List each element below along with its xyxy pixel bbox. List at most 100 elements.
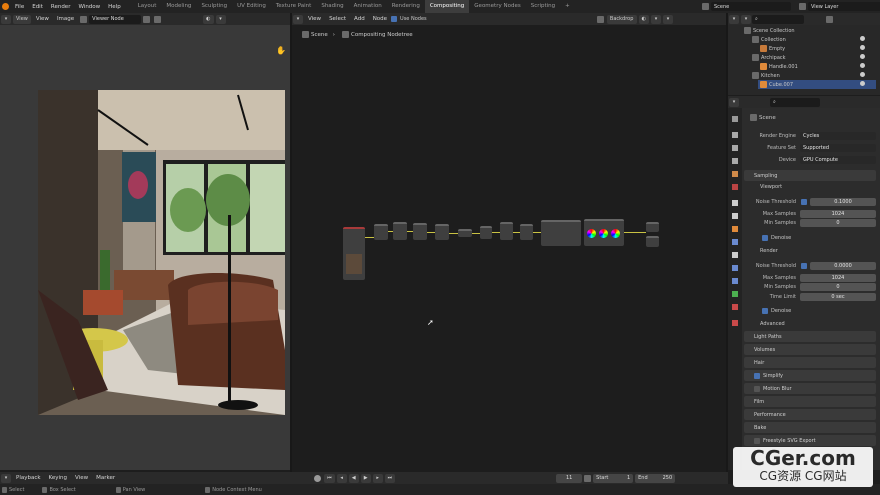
motion-blur-checkbox[interactable]	[754, 385, 760, 392]
eye-icon[interactable]	[860, 63, 865, 68]
node-snap-button[interactable]: ▾	[651, 14, 662, 24]
motion-blur-section[interactable]: Motion Blur	[744, 383, 876, 394]
properties-search-input[interactable]: ⌕	[770, 97, 820, 107]
record-icon[interactable]	[314, 474, 322, 482]
tab-geometry-nodes[interactable]: Geometry Nodes	[469, 0, 525, 13]
node-overlay-button[interactable]: ▾	[663, 14, 674, 24]
advanced-subpanel[interactable]: Advanced	[760, 321, 785, 327]
material-tab-icon[interactable]	[732, 304, 738, 310]
backdrop-button[interactable]: Backdrop	[606, 14, 637, 24]
outliner-item[interactable]: Kitchen	[750, 71, 780, 80]
feature-set-dropdown[interactable]: Supported	[800, 144, 876, 152]
view-layer-field[interactable]: View Layer	[808, 2, 880, 11]
breadcrumb-scene[interactable]: Scene	[311, 32, 328, 38]
breadcrumb-tree[interactable]: Compositing Nodetree	[351, 32, 413, 38]
composite-node-2[interactable]	[393, 222, 407, 240]
viewer-output-node[interactable]	[646, 236, 659, 247]
editor-type-button[interactable]: ▾	[1, 14, 11, 24]
composite-node-3[interactable]	[413, 223, 427, 240]
tab-modeling[interactable]: Modeling	[161, 0, 196, 13]
render-layers-node[interactable]	[343, 227, 365, 280]
render-max-samples-field[interactable]: 1024	[800, 274, 876, 282]
image-browse-icon[interactable]	[80, 15, 88, 23]
outliner-item[interactable]: Archipack	[750, 53, 786, 62]
particles-tab-icon[interactable]	[732, 252, 738, 258]
jump-start-button[interactable]: ⏮	[324, 473, 335, 483]
tab-rendering[interactable]: Rendering	[387, 0, 425, 13]
tab-scripting[interactable]: Scripting	[526, 0, 560, 13]
eye-icon[interactable]	[860, 54, 865, 59]
viewport-noise-threshold-checkbox[interactable]	[801, 199, 807, 205]
render-engine-dropdown[interactable]: Cycles	[800, 132, 876, 140]
freestyle-checkbox[interactable]	[754, 437, 760, 444]
timeline-type-button[interactable]: ▾	[1, 473, 11, 483]
menu-playback[interactable]: Playback	[12, 475, 45, 481]
jump-end-button[interactable]: ⏭	[384, 473, 396, 483]
device-dropdown[interactable]: GPU Compute	[800, 156, 876, 164]
composite-node-4[interactable]	[435, 224, 449, 240]
pin-icon[interactable]	[596, 15, 604, 23]
viewport-denoise-checkbox[interactable]	[762, 235, 768, 241]
backdrop-channels-button[interactable]: ◐	[638, 14, 650, 24]
bake-section[interactable]: Bake	[744, 422, 876, 433]
display-channels-button[interactable]: ◐	[203, 14, 214, 24]
viewport-noise-threshold-field[interactable]: 0.1000	[810, 198, 876, 206]
physics-tab-icon[interactable]	[732, 265, 738, 271]
freestyle-svg-export-section[interactable]: Freestyle SVG Export	[744, 435, 876, 446]
eye-icon[interactable]	[860, 72, 865, 77]
play-button[interactable]: ▶	[360, 473, 371, 483]
composite-node-1[interactable]	[374, 224, 388, 240]
hair-section[interactable]: Hair	[744, 357, 876, 368]
output-tab-icon[interactable]	[732, 145, 738, 151]
render-noise-threshold-field[interactable]: 0.0000	[810, 262, 876, 270]
film-section[interactable]: Film	[744, 396, 876, 407]
composite-node-5[interactable]	[458, 229, 472, 237]
render-denoise-checkbox[interactable]	[762, 308, 768, 314]
eye-icon[interactable]	[860, 81, 865, 86]
outliner-item[interactable]: Scene Collection	[742, 26, 795, 35]
eye-icon[interactable]	[860, 45, 865, 50]
image-name-field[interactable]: Viewer Node	[89, 14, 142, 24]
node-editor-type-button[interactable]: ▾	[293, 14, 303, 24]
simplify-section[interactable]: Simplify	[744, 370, 876, 381]
constraints-tab-icon[interactable]	[732, 278, 738, 284]
image-menu-image[interactable]: Image	[53, 16, 78, 22]
collection-tab-icon[interactable]	[732, 200, 738, 206]
properties-type-button[interactable]: ▾	[729, 97, 739, 107]
outliner-item[interactable]: Empty	[758, 44, 785, 53]
data-tab-icon[interactable]	[732, 291, 738, 297]
sample-button[interactable]: ▾	[215, 14, 226, 24]
menu-help[interactable]: Help	[104, 4, 125, 10]
node-menu-add[interactable]: Add	[350, 16, 369, 22]
display-mode-button[interactable]: ▾	[741, 14, 751, 24]
performance-section[interactable]: Performance	[744, 409, 876, 420]
curves-node[interactable]	[541, 220, 581, 246]
scene-field[interactable]: Scene	[711, 2, 791, 11]
tab-compositing[interactable]: Compositing	[424, 0, 470, 13]
add-workspace-icon[interactable]: +	[560, 0, 575, 13]
viewport-denoise-toggle[interactable]: Denoise	[762, 235, 791, 241]
render-noise-threshold-checkbox[interactable]	[801, 263, 807, 269]
object-tab-icon[interactable]	[732, 226, 738, 232]
texture-props-tab-icon[interactable]	[732, 320, 738, 326]
sampling-section[interactable]: Sampling	[744, 170, 876, 181]
menu-marker[interactable]: Marker	[92, 475, 119, 481]
tab-uv-editing[interactable]: UV Editing	[232, 0, 271, 13]
menu-render[interactable]: Render	[47, 4, 75, 10]
render-denoise-toggle[interactable]: Denoise	[762, 308, 791, 314]
tab-sculpting[interactable]: Sculpting	[196, 0, 232, 13]
menu-timeline-view[interactable]: View	[71, 475, 92, 481]
simplify-checkbox[interactable]	[754, 372, 760, 379]
tool-tab-icon[interactable]	[732, 116, 738, 122]
outliner-search-input[interactable]: ⌕	[752, 14, 804, 24]
tab-layout[interactable]: Layout	[133, 0, 162, 13]
composite-node-6[interactable]	[480, 226, 492, 239]
outliner-item[interactable]: Handle.001	[758, 62, 798, 71]
close-icon[interactable]	[154, 15, 162, 23]
tab-texture-paint[interactable]: Texture Paint	[271, 0, 317, 13]
volumes-section[interactable]: Volumes	[744, 344, 876, 355]
light-paths-section[interactable]: Light Paths	[744, 331, 876, 342]
modifier-tab-icon[interactable]	[732, 239, 738, 245]
end-frame-field[interactable]: End 250	[635, 473, 676, 483]
next-key-button[interactable]: ▸	[372, 473, 383, 483]
